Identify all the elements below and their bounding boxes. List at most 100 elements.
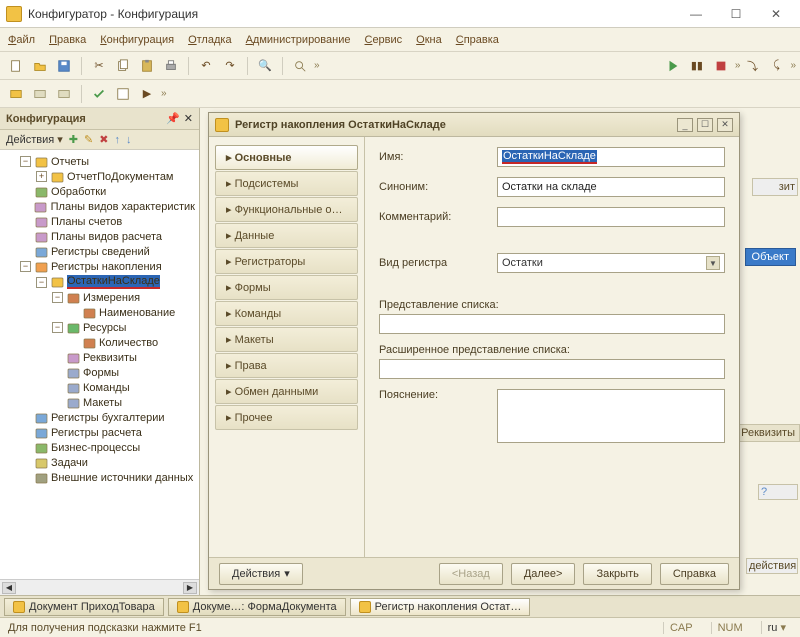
new-icon[interactable]	[6, 56, 26, 76]
tree-node[interactable]: Регистры расчета	[2, 425, 197, 440]
synonym-input[interactable]: Остатки на складе	[497, 177, 725, 197]
footer-actions-button[interactable]: Действия ▾	[219, 563, 303, 585]
minimize-button[interactable]: —	[684, 5, 708, 23]
find-icon[interactable]: 🔍	[255, 56, 275, 76]
tree-toggle[interactable]: −	[52, 322, 63, 333]
menu-help[interactable]: Справка	[456, 34, 499, 46]
side-tab-2[interactable]: ▸ Функциональные опции	[215, 197, 358, 222]
db-compare-icon[interactable]	[54, 84, 74, 104]
menu-debug[interactable]: Отладка	[188, 34, 232, 46]
menu-windows[interactable]: Окна	[416, 34, 442, 46]
panel-actions-menu[interactable]: Действия ▾	[6, 133, 63, 146]
close-dialog-button[interactable]: Закрыть	[583, 563, 651, 585]
up-icon[interactable]: ↑	[114, 134, 120, 146]
tree-node[interactable]: −Регистры накопления	[2, 259, 197, 274]
undo-icon[interactable]: ↶	[196, 56, 216, 76]
tree-node[interactable]: −Ресурсы	[2, 320, 197, 335]
menu-config[interactable]: Конфигурация	[100, 34, 174, 46]
tree-node[interactable]: Внешние источники данных	[2, 470, 197, 485]
stop-icon[interactable]	[711, 56, 731, 76]
side-tab-9[interactable]: ▸ Обмен данными	[215, 379, 358, 404]
tree-node[interactable]: −Измерения	[2, 290, 197, 305]
tree-node[interactable]: Формы	[2, 365, 197, 380]
add-icon[interactable]: ✚	[69, 133, 78, 146]
side-tab-7[interactable]: ▸ Макеты	[215, 327, 358, 352]
side-tab-1[interactable]: ▸ Подсистемы	[215, 171, 358, 196]
db-config-icon[interactable]	[6, 84, 26, 104]
menu-admin[interactable]: Администрирование	[246, 34, 351, 46]
syntax-check-icon[interactable]	[89, 84, 109, 104]
side-tab-4[interactable]: ▸ Регистраторы	[215, 249, 358, 274]
delete-icon[interactable]: ✖	[99, 133, 108, 146]
back-button[interactable]: <Назад	[439, 563, 503, 585]
side-tab-6[interactable]: ▸ Команды	[215, 301, 358, 326]
paste-icon[interactable]	[137, 56, 157, 76]
toolbar-overflow3-icon[interactable]: »	[790, 60, 794, 71]
side-tab-0[interactable]: ▸ Основные	[215, 145, 358, 170]
open-icon[interactable]	[30, 56, 50, 76]
tree-hscrollbar[interactable]: ◀ ▶	[0, 579, 199, 595]
pause-icon[interactable]: ▮▮	[687, 56, 707, 76]
explain-textarea[interactable]	[497, 389, 725, 443]
tree-node[interactable]: Реквизиты	[2, 350, 197, 365]
side-tab-5[interactable]: ▸ Формы	[215, 275, 358, 300]
tree-node[interactable]: Планы счетов	[2, 214, 197, 229]
step-over-icon[interactable]: ⤵	[742, 56, 762, 76]
scroll-left-icon[interactable]: ◀	[2, 582, 16, 594]
panel-pin-icon[interactable]: 📌	[166, 112, 180, 125]
tree-node[interactable]: Планы видов расчета	[2, 229, 197, 244]
tree-toggle[interactable]: −	[52, 292, 63, 303]
tree-node[interactable]: Задачи	[2, 455, 197, 470]
object-badge[interactable]: Объект	[745, 248, 796, 266]
menu-edit[interactable]: Правка	[49, 34, 86, 46]
side-tab-8[interactable]: ▸ Права	[215, 353, 358, 378]
tree-node[interactable]: Планы видов характеристик	[2, 199, 197, 214]
maximize-button[interactable]: ☐	[724, 5, 748, 23]
tree-node[interactable]: Регистры бухгалтерии	[2, 410, 197, 425]
doc-tab-3[interactable]: Регистр накопления Остат…	[350, 598, 531, 616]
extlistrep-input[interactable]	[379, 359, 725, 379]
tree-node[interactable]: −Отчеты	[2, 154, 197, 169]
zoom-icon[interactable]	[290, 56, 310, 76]
menu-file[interactable]: Файл	[8, 34, 35, 46]
help-button[interactable]: Справка	[660, 563, 729, 585]
tree-node[interactable]: Макеты	[2, 395, 197, 410]
next-button[interactable]: Далее>	[511, 563, 576, 585]
tree-node[interactable]: Команды	[2, 380, 197, 395]
config-tree[interactable]: −Отчеты+ОтчетПоДокументамОбработкиПланы …	[0, 150, 199, 579]
toolbar-overflow-icon[interactable]: »	[314, 60, 318, 71]
rekv-badge[interactable]: Реквизиты	[736, 424, 800, 442]
tree-toggle[interactable]: −	[36, 277, 47, 288]
comment-input[interactable]	[497, 207, 725, 227]
tree-toggle[interactable]: −	[20, 261, 31, 272]
regtype-select[interactable]: Остатки ▼	[497, 253, 725, 273]
step-into-icon[interactable]: ⤹	[766, 56, 786, 76]
print-icon[interactable]	[161, 56, 181, 76]
chevron-down-icon[interactable]: ▼	[706, 256, 720, 270]
tree-toggle[interactable]: +	[36, 171, 47, 182]
name-input[interactable]: ОстаткиНаСкладе	[497, 147, 725, 167]
dialog-titlebar[interactable]: Регистр накопления ОстаткиНаСкладе _ ☐ ✕	[209, 113, 739, 137]
doc-tab-2[interactable]: Докуме…: ФормаДокумента	[168, 598, 346, 616]
tree-toggle[interactable]: −	[20, 156, 31, 167]
side-tab-3[interactable]: ▸ Данные	[215, 223, 358, 248]
listrep-input[interactable]	[379, 314, 725, 334]
tree-node[interactable]: Регистры сведений	[2, 244, 197, 259]
save-icon[interactable]	[54, 56, 74, 76]
module-icon[interactable]	[113, 84, 133, 104]
tree-node[interactable]: +ОтчетПоДокументам	[2, 169, 197, 184]
scroll-right-icon[interactable]: ▶	[183, 582, 197, 594]
down-icon[interactable]: ↓	[126, 134, 132, 146]
tree-node[interactable]: Наименование	[2, 305, 197, 320]
side-tab-10[interactable]: ▸ Прочее	[215, 405, 358, 430]
copy-icon[interactable]	[113, 56, 133, 76]
cut-icon[interactable]: ✂	[89, 56, 109, 76]
tree-node[interactable]: −ОстаткиНаСкладе	[2, 274, 197, 290]
doc-tab-1[interactable]: Документ ПриходТовара	[4, 598, 164, 616]
db-update-icon[interactable]	[30, 84, 50, 104]
panel-close-icon[interactable]: ✕	[184, 112, 193, 125]
dialog-close-button[interactable]: ✕	[717, 118, 733, 132]
edit-icon[interactable]: ✎	[84, 133, 93, 146]
menu-service[interactable]: Сервис	[364, 34, 402, 46]
toolbar-overflow2-icon[interactable]: »	[735, 60, 739, 71]
